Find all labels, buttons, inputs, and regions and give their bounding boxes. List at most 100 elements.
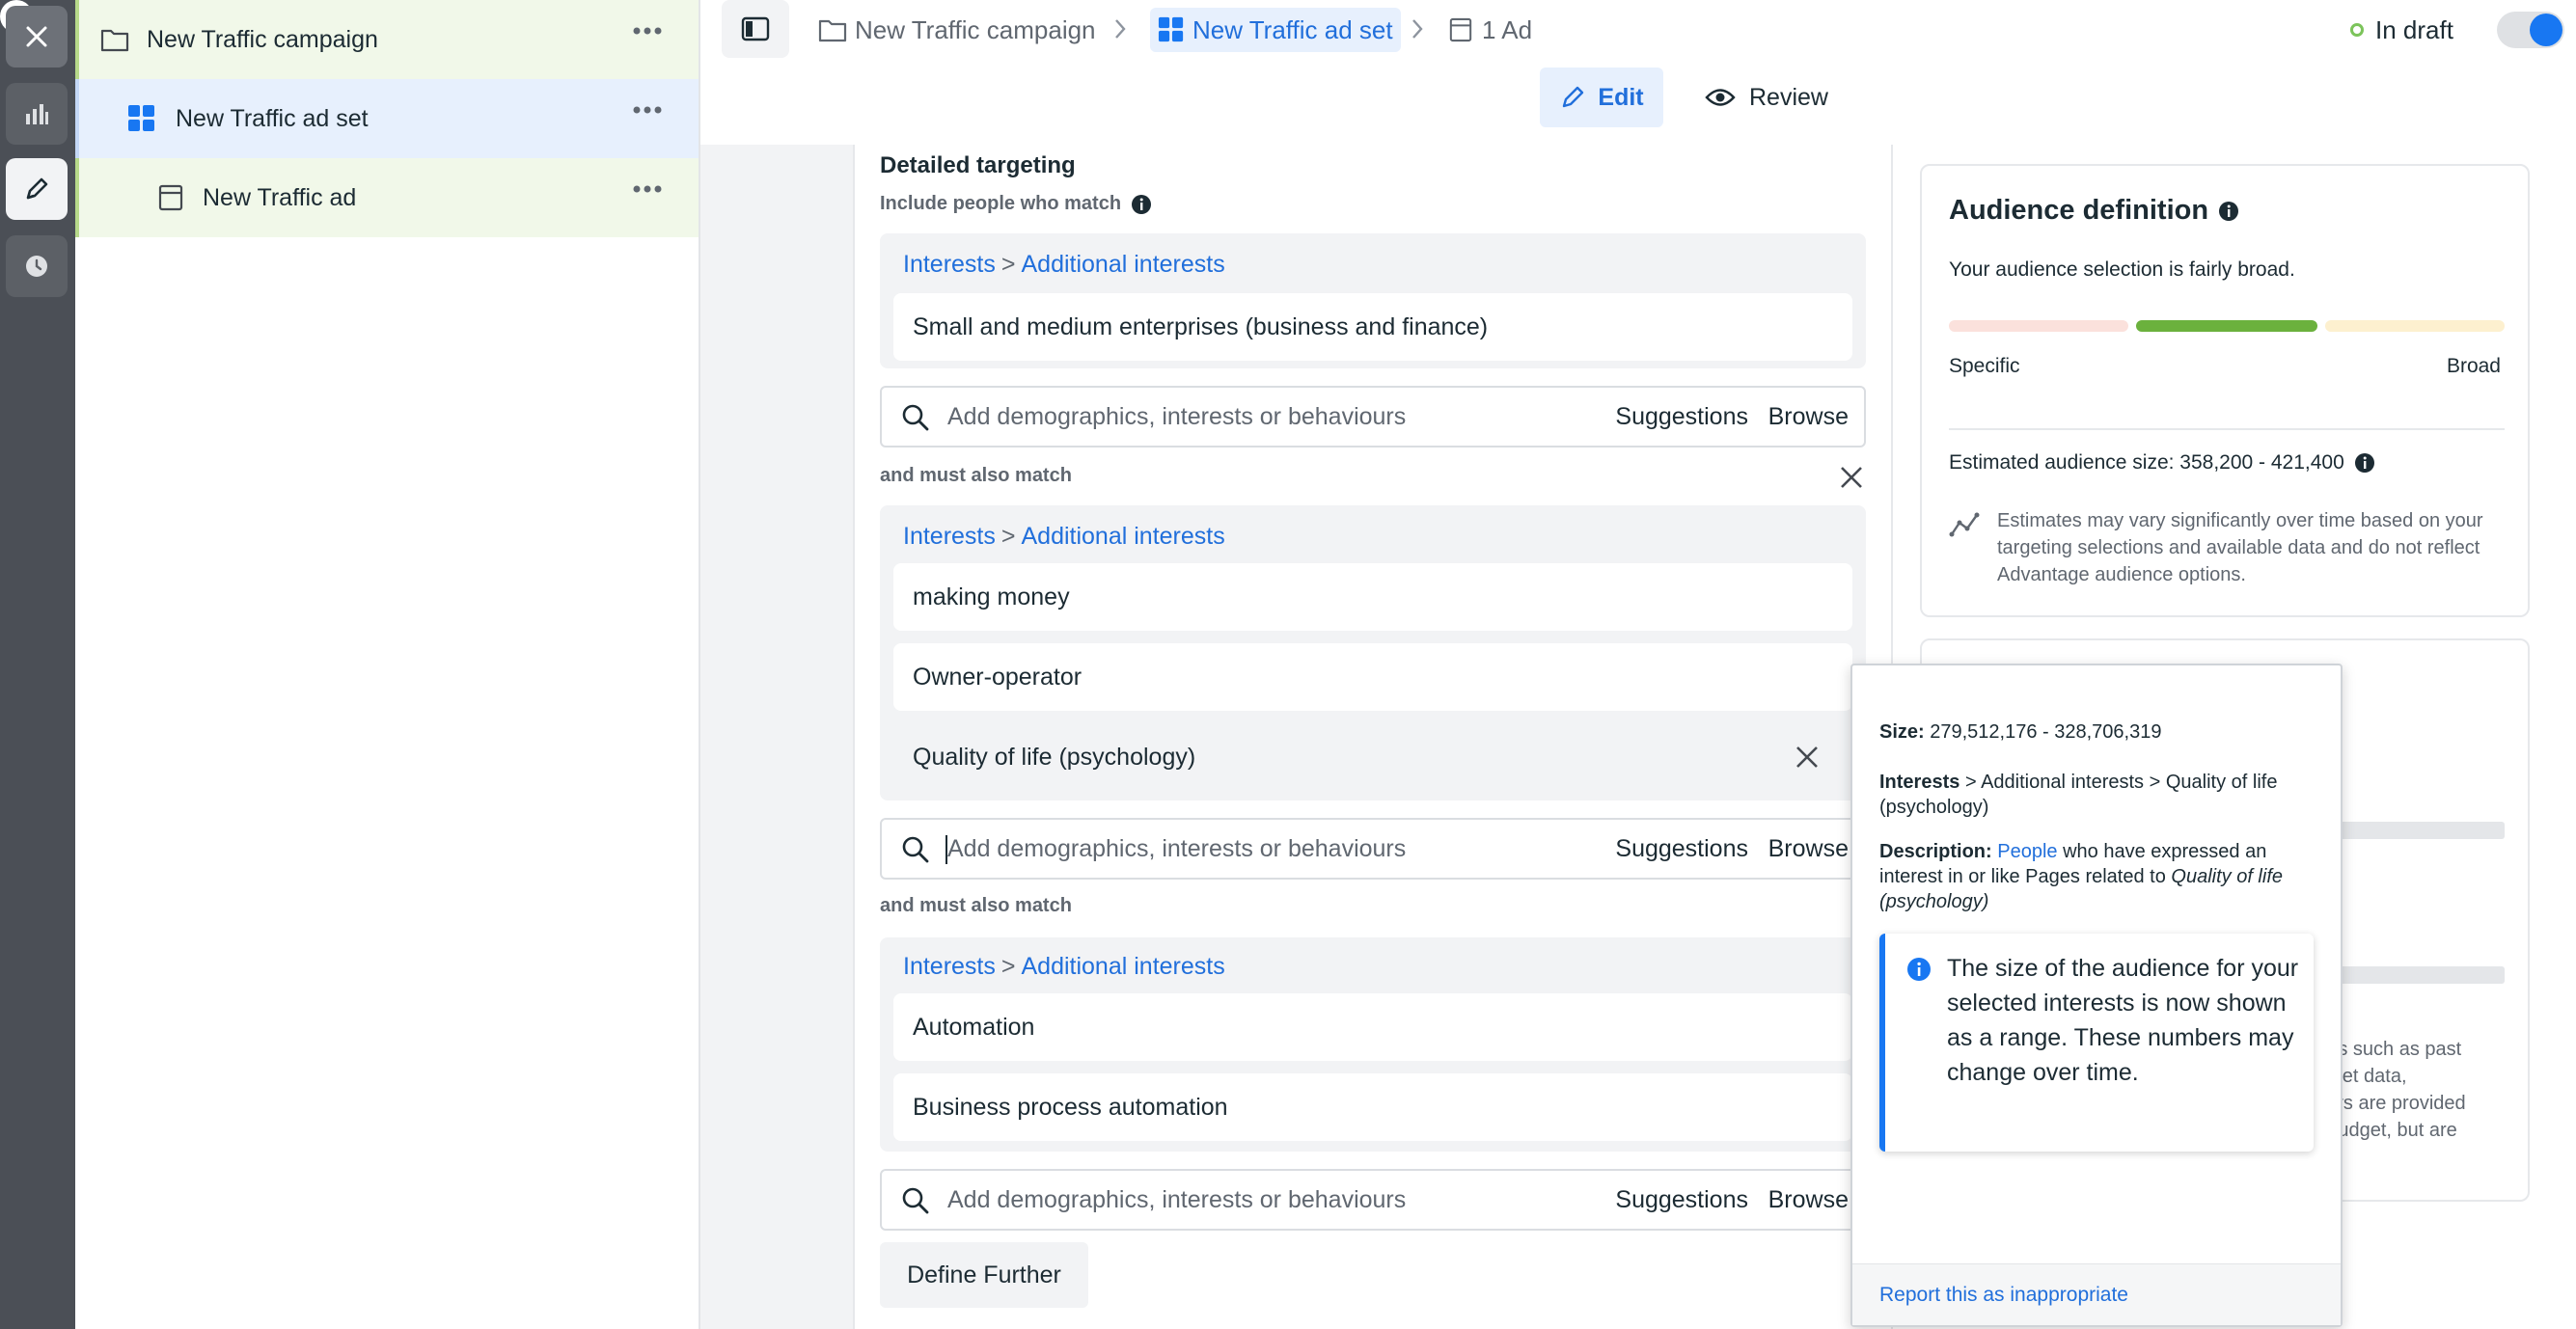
popover-description: Description: People who have expressed a… [1879, 839, 2323, 914]
interest-label: Small and medium enterprises (business a… [913, 312, 1489, 340]
more-icon[interactable] [633, 185, 662, 193]
meter-specific [1949, 320, 2128, 332]
meter-active [2136, 320, 2317, 332]
search-placeholder: Add demographics, interests or behaviour… [947, 834, 1407, 862]
and-must-match-label: and must also match [880, 465, 1072, 486]
category-link[interactable]: Interests [903, 953, 996, 980]
browse-button[interactable]: Browse [1768, 403, 1849, 431]
targeting-group-1: Interests > Additional interests Small and… [880, 233, 1866, 368]
group-path: Interests > Additional interests [903, 251, 1225, 278]
breadcrumb-campaign[interactable]: New Traffic campaign [818, 8, 1096, 52]
more-icon[interactable] [633, 27, 662, 35]
interest-pill[interactable]: Owner-operator [893, 643, 1852, 711]
disclaimer-line: tors such as past [2316, 1039, 2462, 1060]
category-link[interactable]: Interests [903, 523, 996, 550]
interest-label: Owner-operator [913, 663, 1082, 691]
targeting-group-3: Interests > Additional interests Automatio… [880, 937, 1866, 1152]
close-icon[interactable] [1839, 465, 1864, 490]
people-link[interactable]: People [1997, 841, 2057, 862]
suggestions-button[interactable]: Suggestions [1615, 835, 1748, 863]
subcategory-link[interactable]: Additional interests [1021, 523, 1224, 550]
chart-icon[interactable] [6, 83, 68, 145]
subcategory-link[interactable]: Additional interests [1021, 251, 1224, 278]
breadcrumb-adset[interactable]: New Traffic ad set [1150, 8, 1401, 52]
edit-label: Edit [1598, 83, 1644, 111]
estimate-note: Estimates may vary significantly over ti… [1997, 510, 2483, 585]
interest-pill[interactable]: Small and medium enterprises (business a… [893, 293, 1852, 361]
search-input[interactable]: Add demographics, interests or behaviour… [880, 1169, 1866, 1231]
group-path: Interests > Additional interests [903, 953, 1225, 980]
report-link[interactable]: Report this as inappropriate [1852, 1263, 2341, 1325]
tree-item-campaign[interactable]: New Traffic campaign [75, 0, 699, 79]
targeting-group-2: Interests > Additional interests making mo… [880, 505, 1866, 800]
description-label: Description: [1879, 841, 1992, 862]
status-dot-icon [2350, 23, 2364, 37]
clock-icon[interactable] [6, 235, 68, 297]
tree-item-label: New Traffic ad [203, 183, 357, 211]
include-label-text: Include people who match [880, 193, 1122, 214]
breadcrumb-ad[interactable]: 1 Ad [1449, 8, 1532, 52]
divider [1949, 428, 2505, 430]
define-further-button[interactable]: Define Further [880, 1242, 1088, 1308]
search-input[interactable]: Add demographics, interests or behaviour… [880, 818, 1866, 880]
search-icon [902, 836, 929, 863]
ad-page-icon [1449, 17, 1472, 42]
meter-specific-label: Specific [1949, 355, 2020, 377]
chevron-right-icon [1115, 19, 1126, 39]
interest-detail-popover: Size: 279,512,176 - 328,706,319 Interest… [1850, 664, 2343, 1327]
more-icon[interactable] [633, 106, 662, 114]
search-input[interactable]: Add demographics, interests or behaviour… [880, 386, 1866, 448]
popover-size: Size: 279,512,176 - 328,706,319 [1879, 719, 2323, 745]
status-label: In draft [2375, 14, 2453, 44]
review-mode-button[interactable]: Review [1694, 68, 1839, 127]
browse-button[interactable]: Browse [1768, 835, 1849, 863]
remove-icon[interactable] [1795, 745, 1820, 770]
size-value: 279,512,176 - 328,706,319 [1930, 721, 2162, 743]
draft-toggle[interactable] [2497, 12, 2564, 48]
info-icon[interactable] [1131, 194, 1152, 215]
review-label: Review [1749, 83, 1828, 111]
category-link[interactable]: Interests [903, 251, 996, 278]
meter-broad-label: Broad [2446, 355, 2501, 377]
suggestions-button[interactable]: Suggestions [1615, 403, 1748, 431]
interest-label: Business process automation [913, 1093, 1228, 1121]
tree-item-ad[interactable]: New Traffic ad [75, 158, 699, 237]
subcategory-link[interactable]: Additional interests [1021, 953, 1224, 980]
info-icon[interactable] [2354, 452, 2375, 474]
disclaimer-line: bers are provided [2316, 1093, 2466, 1114]
audience-title: Audience definition [1949, 195, 2239, 227]
tree-item-label: New Traffic campaign [147, 25, 378, 53]
tree-item-label: New Traffic ad set [176, 104, 369, 132]
range-notice: The size of the audience for your select… [1879, 934, 2314, 1152]
folder-icon [100, 29, 129, 52]
suggestions-button[interactable]: Suggestions [1615, 1186, 1748, 1214]
search-icon [902, 404, 929, 431]
audience-definition-card: Audience definition Your audience select… [1920, 164, 2530, 617]
pencil-icon[interactable] [6, 158, 68, 220]
close-icon[interactable] [6, 6, 68, 68]
interest-pill[interactable]: Business process automation [893, 1073, 1852, 1141]
estimates-disclaimer: tors such as past arket data, bers are p… [2316, 1036, 2518, 1144]
sidebar-toggle-icon [741, 16, 770, 41]
edit-mode-button[interactable]: Edit [1540, 68, 1663, 127]
pencil-icon [1563, 86, 1584, 108]
browse-button[interactable]: Browse [1768, 1186, 1849, 1214]
tree-item-adset[interactable]: New Traffic ad set [75, 79, 699, 158]
size-label: Size: [1879, 721, 1925, 743]
ad-set-grid-icon [128, 105, 154, 131]
breadcrumb-label: New Traffic campaign [855, 14, 1096, 44]
meter-broad [2325, 320, 2505, 332]
trend-icon [1949, 512, 1980, 537]
and-must-match-label: and must also match [880, 895, 1072, 916]
interest-pill[interactable]: Automation [893, 993, 1852, 1061]
breadcrumb-label: 1 Ad [1482, 14, 1533, 44]
ad-set-grid-icon [1158, 16, 1184, 42]
info-icon[interactable] [2218, 201, 2239, 222]
interest-pill[interactable]: making money [893, 563, 1852, 631]
interest-label: Automation [913, 1013, 1035, 1041]
range-notice-text: The size of the audience for your select… [1947, 955, 2299, 1086]
toggle-panel-button[interactable] [722, 0, 789, 58]
interest-pill-hovered[interactable]: Quality of life (psychology) [893, 723, 1852, 791]
info-icon [1907, 958, 1931, 981]
status-badge: In draft [2350, 14, 2453, 46]
